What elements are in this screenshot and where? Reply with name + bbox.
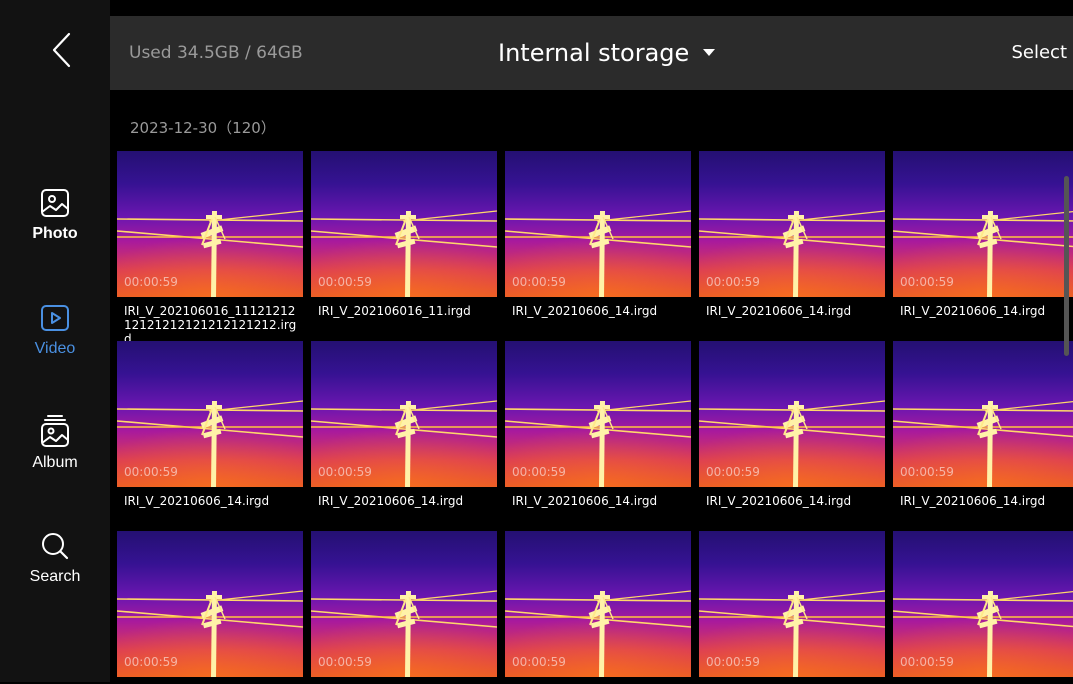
storage-selector[interactable]: Internal storage [498,16,716,90]
image-icon [41,189,69,217]
video-filename: IRI_V_202106016_111212121212121212121212… [124,304,297,346]
search-icon [42,533,69,560]
video-thumbnail: 00:00:59 [117,341,303,487]
video-thumbnail: 00:00:59 [893,531,1073,677]
video-tile[interactable]: 00:00:59 IRI_V_20210606_14.irgd [893,151,1073,318]
nav-label-photo: Photo [32,225,78,242]
video-thumbnail: 00:00:59 [311,151,497,297]
video-tile[interactable]: 00:00:59 [311,531,497,684]
video-duration: 00:00:59 [706,655,760,669]
video-thumbnail: 00:00:59 [311,341,497,487]
video-tile[interactable]: 00:00:59 IRI_V_20210606_14.irgd [311,341,497,508]
video-tile[interactable]: 00:00:59 [699,531,885,684]
video-duration: 00:00:59 [124,465,178,479]
video-thumbnail: 00:00:59 [505,531,691,677]
album-icon [41,415,69,447]
scrollbar[interactable] [1064,176,1069,356]
nav-item-video[interactable]: Video [0,302,110,382]
video-duration: 00:00:59 [318,655,372,669]
video-thumbnail: 00:00:59 [893,151,1073,297]
video-duration: 00:00:59 [318,465,372,479]
play-box-icon [41,305,69,331]
nav-label-video: Video [34,340,76,357]
video-duration: 00:00:59 [124,275,178,289]
video-duration: 00:00:59 [124,655,178,669]
video-tile[interactable]: 00:00:59 IRI_V_202106016_11.irgd [311,151,497,318]
video-tile[interactable]: 00:00:59 IRI_V_20210606_14.irgd [893,341,1073,508]
video-tile[interactable]: 00:00:59 [117,531,303,684]
top-bar: Used 34.5GB / 64GB Internal storage Sele… [110,16,1073,90]
video-filename: IRI_V_20210606_14.irgd [318,494,464,508]
video-filename: IRI_V_20210606_14.irgd [900,494,1046,508]
video-thumbnail: 00:00:59 [699,341,885,487]
video-filename: IRI_V_202106016_11.irgd [318,304,471,318]
video-thumbnail: 00:00:59 [699,151,885,297]
video-thumbnail: 00:00:59 [505,341,691,487]
video-tile[interactable]: 00:00:59 IRI_V_20210606_14.irgd [505,341,691,508]
video-thumbnail: 00:00:59 [505,151,691,297]
video-tile[interactable]: 00:00:59 IRI_V_20210606_14.irgd [117,341,303,508]
video-duration: 00:00:59 [706,465,760,479]
video-filename: IRI_V_20210606_14.irgd [900,304,1046,318]
select-button[interactable]: Select [1011,16,1067,90]
nav-item-search[interactable]: Search [0,530,110,610]
storage-title: Internal storage [498,39,690,67]
nav-item-album[interactable]: Album [0,414,110,494]
video-filename: IRI_V_20210606_14.irgd [512,494,658,508]
video-duration: 00:00:59 [900,465,954,479]
date-group-header: 2023-12-30（120） [130,119,276,137]
video-thumbnail: 00:00:59 [893,341,1073,487]
video-thumbnail: 00:00:59 [117,151,303,297]
video-filename: IRI_V_20210606_14.irgd [124,494,270,508]
video-duration: 00:00:59 [318,275,372,289]
video-tile[interactable]: 00:00:59 IRI_V_202106016_1112121212121212… [117,151,303,346]
video-tile[interactable]: 00:00:59 [505,531,691,684]
video-duration: 00:00:59 [900,275,954,289]
video-duration: 00:00:59 [900,655,954,669]
video-tile[interactable]: 00:00:59 IRI_V_20210606_14.irgd [699,151,885,318]
video-filename: IRI_V_20210606_14.irgd [512,304,658,318]
storage-used-text: Used 34.5GB / 64GB [129,43,303,63]
nav-label-search: Search [29,568,81,585]
video-filename: IRI_V_20210606_14.irgd [706,494,852,508]
video-duration: 00:00:59 [512,275,566,289]
video-duration: 00:00:59 [706,275,760,289]
nav-label-album: Album [32,454,78,471]
nav-item-photo[interactable]: Photo [0,187,110,267]
video-thumbnail: 00:00:59 [311,531,497,677]
video-duration: 00:00:59 [512,465,566,479]
video-thumbnail: 00:00:59 [699,531,885,677]
video-thumbnail: 00:00:59 [117,531,303,677]
video-duration: 00:00:59 [512,655,566,669]
chevron-left-icon [52,32,71,68]
back-button[interactable] [42,30,82,70]
video-tile[interactable]: 00:00:59 IRI_V_20210606_14.irgd [699,341,885,508]
sidebar: Photo Video Album Search [0,0,110,682]
video-filename: IRI_V_20210606_14.irgd [706,304,852,318]
video-tile[interactable]: 00:00:59 [893,531,1073,684]
video-tile[interactable]: 00:00:59 IRI_V_20210606_14.irgd [505,151,691,318]
caret-down-icon [703,49,716,56]
